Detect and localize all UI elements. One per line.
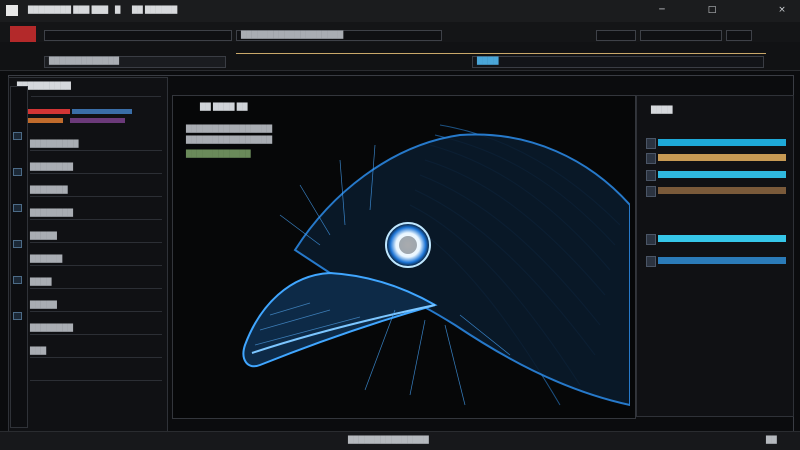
left-row[interactable]: ████████ — [30, 209, 73, 217]
toggle-field[interactable] — [726, 30, 752, 41]
left-row[interactable]: ██████ — [30, 255, 62, 263]
left-row[interactable]: ████████ — [30, 324, 73, 332]
maximize-icon[interactable]: □ — [706, 5, 718, 16]
left-row[interactable]: █████ — [30, 301, 57, 309]
menu-item-file[interactable]: ███ — [92, 6, 108, 14]
options-field-a[interactable]: █████████████ — [44, 56, 226, 68]
swatch-purple[interactable] — [70, 118, 125, 123]
divider — [30, 196, 162, 197]
layer-thumbnail — [646, 170, 656, 181]
progress-line — [236, 53, 766, 54]
divider — [30, 150, 162, 151]
left-row[interactable]: ████ — [30, 278, 52, 286]
bird-pupil — [399, 236, 417, 254]
layer-item[interactable] — [646, 186, 786, 197]
app-logo-icon — [6, 5, 18, 16]
divider — [30, 173, 162, 174]
left-row[interactable]: ████████ — [30, 163, 73, 171]
layer-item[interactable] — [646, 170, 786, 181]
layer-icon[interactable] — [13, 132, 22, 140]
minimize-icon[interactable]: ─ — [656, 5, 668, 16]
left-row[interactable]: █████ — [30, 232, 57, 240]
divider — [30, 265, 162, 266]
menu-item-view[interactable]: ██ ██████ — [132, 6, 177, 14]
tool-options-field[interactable] — [44, 30, 232, 41]
swatch-orange[interactable] — [28, 118, 63, 123]
layer-color-bar — [658, 139, 786, 146]
divider — [30, 380, 162, 381]
bird-artwork — [242, 124, 630, 407]
divider — [30, 357, 162, 358]
divider — [30, 242, 162, 243]
document-field[interactable]: ███████████████████ — [236, 30, 442, 41]
swatch-blue[interactable] — [72, 109, 132, 114]
document-label: ███████████████████ — [241, 31, 344, 39]
options-label-b: ████ — [477, 57, 499, 65]
layer-thumbnail — [646, 138, 656, 149]
layer-color-bar — [658, 187, 786, 194]
left-row[interactable]: ███ — [30, 347, 46, 355]
status-center: ███████████████ — [348, 436, 429, 444]
options-field-b[interactable]: ████ — [472, 56, 764, 68]
layer-color-bar — [658, 257, 786, 264]
layer-thumbnail — [646, 234, 656, 245]
layer-icon[interactable] — [13, 168, 22, 176]
right-panel-title: ████ — [651, 106, 673, 114]
layer-icon[interactable] — [13, 312, 22, 320]
layer-color-bar — [658, 154, 786, 161]
divider — [30, 219, 162, 220]
left-row[interactable]: █████████ — [30, 140, 78, 148]
swatch-red[interactable] — [28, 109, 70, 114]
title-bar: ████████ ███ ███ ███ █ ██ ██████ ─ □ × — [0, 0, 800, 23]
layer-color-bar — [658, 235, 786, 242]
layer-icon[interactable] — [13, 204, 22, 212]
layer-item[interactable] — [646, 256, 786, 267]
close-icon[interactable]: × — [776, 5, 788, 16]
divider — [31, 96, 161, 97]
divider — [30, 311, 162, 312]
layer-color-bar — [658, 171, 786, 178]
layer-item[interactable] — [646, 138, 786, 149]
bird-head — [293, 133, 630, 407]
layer-thumbnail — [646, 186, 656, 197]
layer-icon[interactable] — [13, 276, 22, 284]
layer-item[interactable] — [646, 153, 786, 164]
status-right: ██ — [766, 436, 777, 444]
layer-thumbnail — [646, 153, 656, 164]
zoom-field[interactable] — [596, 30, 636, 41]
divider — [30, 334, 162, 335]
menu-item-edit[interactable]: █ — [115, 6, 120, 14]
layer-thumbnail — [646, 256, 656, 267]
layer-icon[interactable] — [13, 240, 22, 248]
options-label-a: █████████████ — [49, 57, 119, 65]
search-field[interactable] — [640, 30, 722, 41]
divider — [30, 288, 162, 289]
left-row[interactable]: ███████ — [30, 186, 68, 194]
layer-item[interactable] — [646, 234, 786, 245]
